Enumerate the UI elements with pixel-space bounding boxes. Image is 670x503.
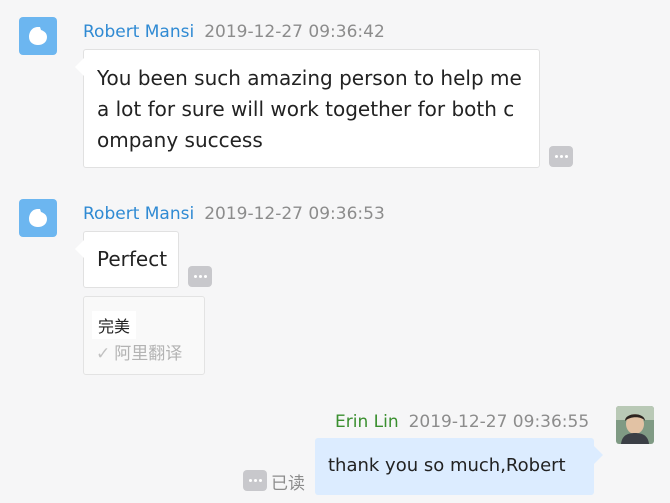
contact-avatar[interactable] xyxy=(19,17,57,55)
message-header: Robert Mansi 2019-12-27 09:36:53 xyxy=(83,204,385,224)
user-photo-avatar[interactable] xyxy=(616,406,654,444)
message-bubble-mine[interactable]: thank you so much,Robert xyxy=(315,438,603,495)
more-dots-icon[interactable] xyxy=(243,470,267,491)
more-dots-icon[interactable] xyxy=(549,146,573,167)
message-timestamp: 2019-12-27 09:36:42 xyxy=(204,22,385,42)
sender-name[interactable]: Robert Mansi xyxy=(83,204,194,224)
message-line: You been such amazing person to help me xyxy=(97,66,522,90)
message-line: ompany success xyxy=(97,128,263,152)
message-header: Erin Lin 2019-12-27 09:36:55 xyxy=(335,412,589,432)
chat-bubble-avatar-icon xyxy=(29,209,47,227)
message-text: Perfect xyxy=(97,247,168,271)
bubble-tail xyxy=(594,446,603,464)
message-timestamp: 2019-12-27 09:36:55 xyxy=(408,412,590,432)
check-icon: ✓ xyxy=(96,344,111,364)
contact-avatar[interactable] xyxy=(19,199,57,237)
translation-result: 完美 xyxy=(92,311,137,339)
translation-source-label: 阿里翻译 xyxy=(114,344,183,364)
message-timestamp: 2019-12-27 09:36:53 xyxy=(204,204,385,224)
message-bubble[interactable]: Perfect xyxy=(75,231,179,288)
bubble-tail xyxy=(75,58,84,76)
chat-bubble-avatar-icon xyxy=(29,27,47,45)
bubble-tail xyxy=(75,240,84,258)
message-line: a lot for sure will work together for bo… xyxy=(97,97,515,121)
read-status: 已读 xyxy=(271,474,305,494)
sender-name[interactable]: Robert Mansi xyxy=(83,22,194,42)
message-bubble[interactable]: You been such amazing person to help me … xyxy=(75,49,540,168)
message-text: thank you so much,Robert xyxy=(328,455,566,476)
user-photo-icon xyxy=(616,406,654,444)
more-dots-icon[interactable] xyxy=(188,266,212,287)
sender-name[interactable]: Erin Lin xyxy=(335,412,399,432)
message-text: You been such amazing person to help me … xyxy=(97,63,522,156)
message-header: Robert Mansi 2019-12-27 09:36:42 xyxy=(83,22,385,42)
translation-source: ✓ 阿里翻译 xyxy=(96,339,182,364)
translation-card: 完美 ✓ 阿里翻译 xyxy=(83,296,205,375)
